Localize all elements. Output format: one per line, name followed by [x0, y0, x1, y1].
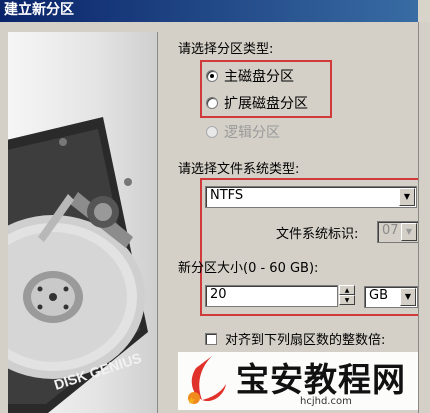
align-checkbox[interactable]: 对齐到下列扇区数的整数倍:: [205, 329, 385, 348]
radio-extended-label: 扩展磁盘分区: [224, 96, 308, 112]
radio-extended-dot[interactable]: [206, 97, 218, 109]
window-title: 建立新分区: [4, 2, 74, 18]
radio-logical-label: 逻辑分区: [224, 125, 280, 141]
watermark-logo-icon: ★: [187, 356, 226, 407]
partition-size-label: 新分区大小(0 - 60 GB):: [178, 261, 319, 276]
radio-extended-partition[interactable]: 扩展磁盘分区: [206, 93, 308, 113]
filesystem-value: NTFS: [210, 188, 244, 203]
svg-text:★: ★: [187, 396, 196, 407]
filesystem-id-select: 07 ▼: [377, 221, 419, 243]
radio-primary-partition[interactable]: 主磁盘分区: [206, 66, 294, 86]
radio-logical-dot: [206, 126, 218, 138]
radio-primary-label: 主磁盘分区: [224, 69, 294, 85]
chevron-down-icon: ▼: [401, 223, 417, 241]
partition-size-value: 20: [210, 287, 227, 302]
watermark-url: hcjhd.com: [300, 396, 352, 407]
disk-illustration: DISK GENIUS: [8, 32, 158, 413]
watermark-text: 宝安教程网: [236, 360, 406, 399]
size-unit-select[interactable]: GB ▼: [364, 286, 418, 308]
title-bar[interactable]: 建立新分区: [0, 0, 430, 22]
spin-down-icon[interactable]: ▼: [339, 295, 355, 305]
filesystem-select[interactable]: NTFS ▼: [205, 186, 417, 208]
align-checkbox-label: 对齐到下列扇区数的整数倍:: [225, 333, 386, 348]
spin-up-icon[interactable]: ▲: [339, 285, 355, 295]
radio-primary-dot[interactable]: [206, 70, 218, 82]
chevron-down-icon[interactable]: ▼: [400, 288, 416, 306]
filesystem-type-label: 请选择文件系统类型:: [178, 162, 300, 177]
align-checkbox-box[interactable]: [205, 332, 217, 345]
title-bar-edge: [418, 0, 430, 22]
window-right-edge: [418, 22, 430, 413]
size-spinner[interactable]: ▲ ▼: [339, 285, 355, 305]
radio-logical-partition: 逻辑分区: [206, 122, 280, 142]
size-unit-value: GB: [369, 288, 388, 303]
partition-type-label: 请选择分区类型:: [178, 42, 274, 57]
partition-size-input[interactable]: 20: [205, 285, 338, 307]
filesystem-id-value: 07: [382, 223, 399, 238]
chevron-down-icon[interactable]: ▼: [399, 188, 415, 206]
filesystem-id-label: 文件系统标识:: [276, 227, 359, 242]
